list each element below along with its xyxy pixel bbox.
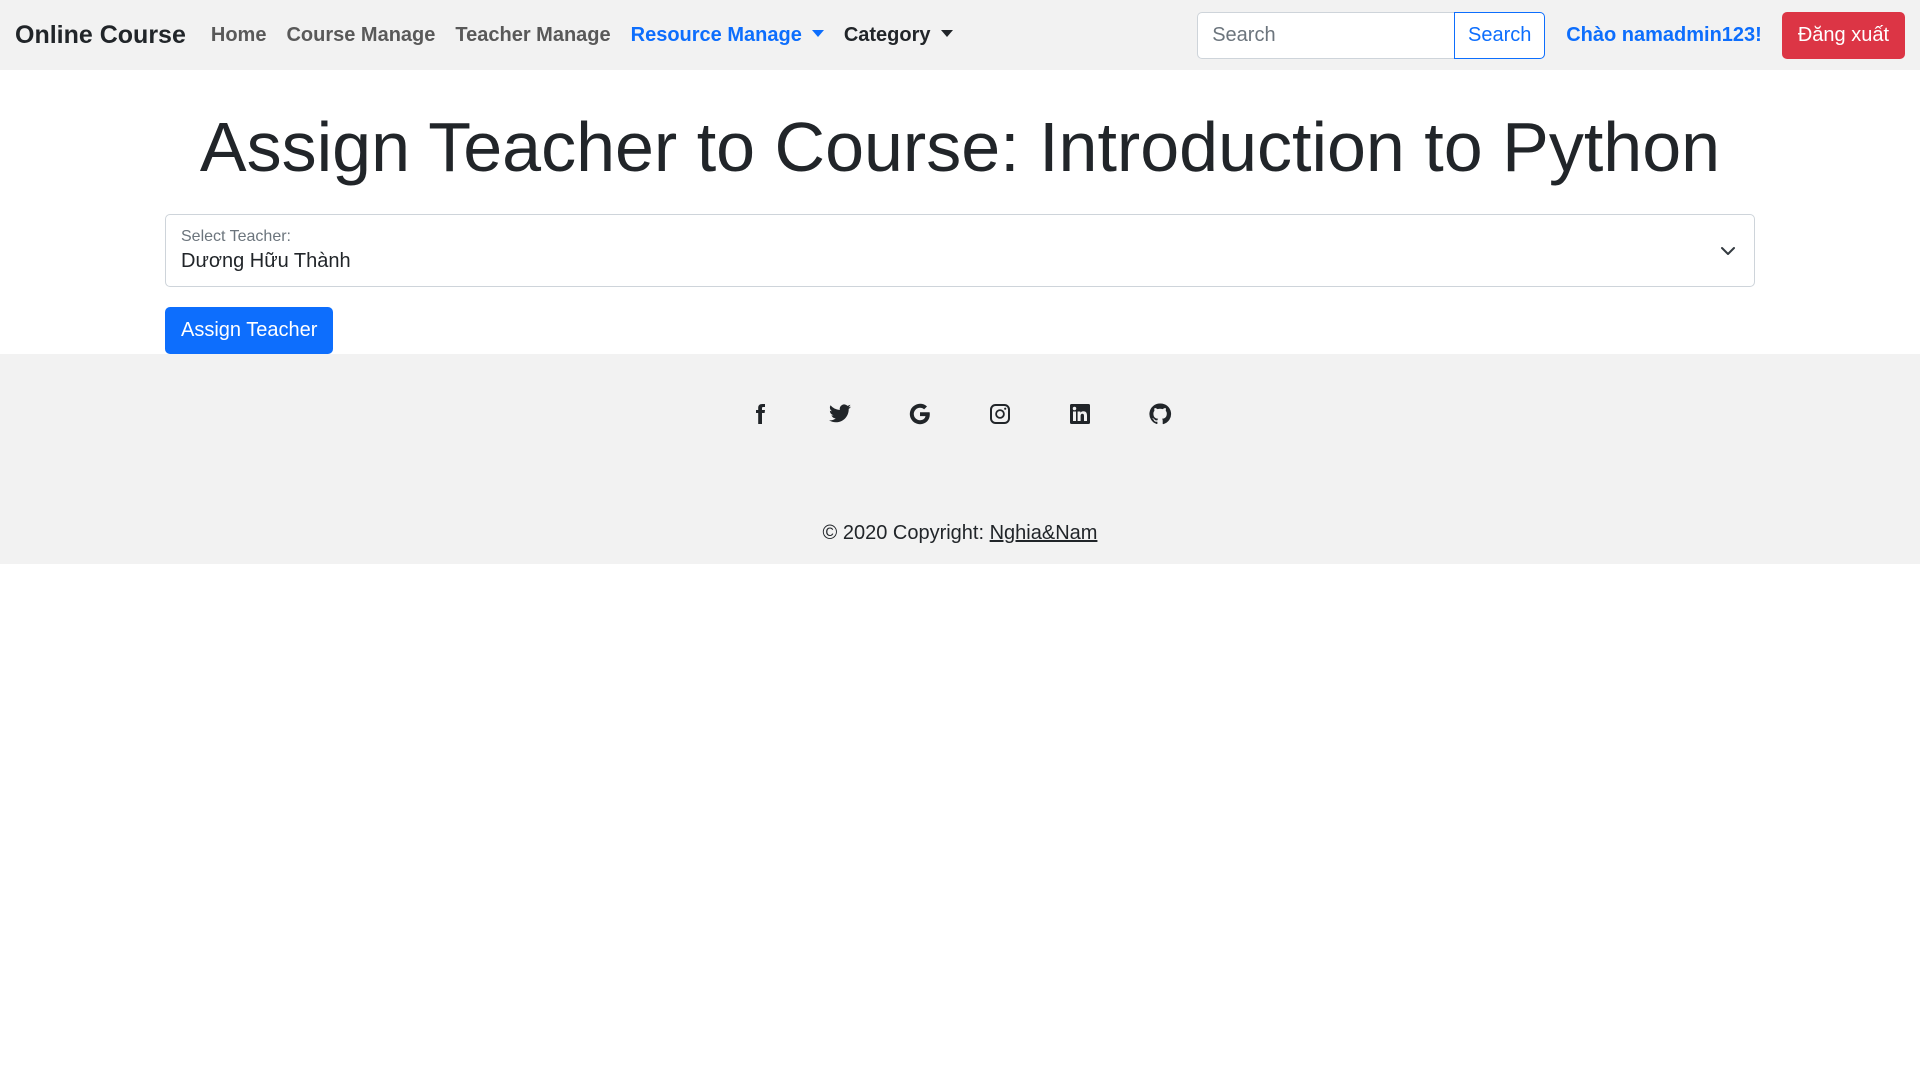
teacher-select[interactable]: Select Teacher: Dương Hữu Thành xyxy=(165,214,1755,287)
teacher-select-label: Select Teacher: xyxy=(181,228,291,245)
nav-teacher-manage[interactable]: Teacher Manage xyxy=(445,24,620,47)
instagram-link[interactable] xyxy=(960,394,1040,434)
search-button[interactable]: Search xyxy=(1454,11,1546,59)
nav-category-dropdown[interactable]: Category xyxy=(834,24,963,47)
twitter-link[interactable] xyxy=(800,394,880,434)
search-input[interactable] xyxy=(1197,11,1455,59)
twitter-icon xyxy=(829,404,851,423)
linkedin-icon xyxy=(1070,404,1090,424)
footer: © 2020 Copyright: Nghia&Nam xyxy=(0,354,1920,564)
nav-resource-manage-label: Resource Manage xyxy=(630,23,802,46)
nav-right: Search Chào namadmin123! Đăng xuất xyxy=(1197,11,1905,59)
navbar: Online Course Home Course Manage Teacher… xyxy=(0,0,1920,70)
search-form: Search xyxy=(1197,11,1546,59)
google-link[interactable] xyxy=(880,394,960,434)
copyright: © 2020 Copyright: Nghia&Nam xyxy=(0,522,1920,545)
google-icon xyxy=(909,403,930,425)
github-icon xyxy=(1149,403,1172,425)
page-title: Assign Teacher to Course: Introduction t… xyxy=(199,108,1721,186)
linkedin-link[interactable] xyxy=(1040,394,1120,434)
caret-down-icon xyxy=(811,29,824,37)
caret-down-icon xyxy=(940,29,953,37)
assign-teacher-button[interactable]: Assign Teacher xyxy=(165,307,334,354)
user-greeting[interactable]: Chào namadmin123! xyxy=(1566,24,1762,47)
nav-resource-manage-dropdown[interactable]: Resource Manage xyxy=(621,24,834,47)
teacher-select-value: Dương Hữu Thành xyxy=(181,250,351,272)
nav-course-manage[interactable]: Course Manage xyxy=(276,24,445,47)
logout-button[interactable]: Đăng xuất xyxy=(1781,11,1905,59)
nav-home[interactable]: Home xyxy=(201,24,277,47)
copyright-link[interactable]: Nghia&Nam xyxy=(990,522,1098,544)
nav-links: Home Course Manage Teacher Manage Resour… xyxy=(201,24,963,47)
instagram-icon xyxy=(990,404,1010,424)
facebook-link[interactable] xyxy=(720,394,800,434)
chevron-down-icon xyxy=(1721,247,1735,255)
copyright-text: © 2020 Copyright: xyxy=(822,522,990,544)
brand-logo[interactable]: Online Course xyxy=(15,21,186,50)
github-link[interactable] xyxy=(1120,394,1200,434)
nav-category-label: Category xyxy=(843,23,931,46)
social-links xyxy=(0,354,1920,474)
main-content: Assign Teacher to Course: Introduction t… xyxy=(165,105,1755,354)
facebook-icon xyxy=(756,404,765,424)
